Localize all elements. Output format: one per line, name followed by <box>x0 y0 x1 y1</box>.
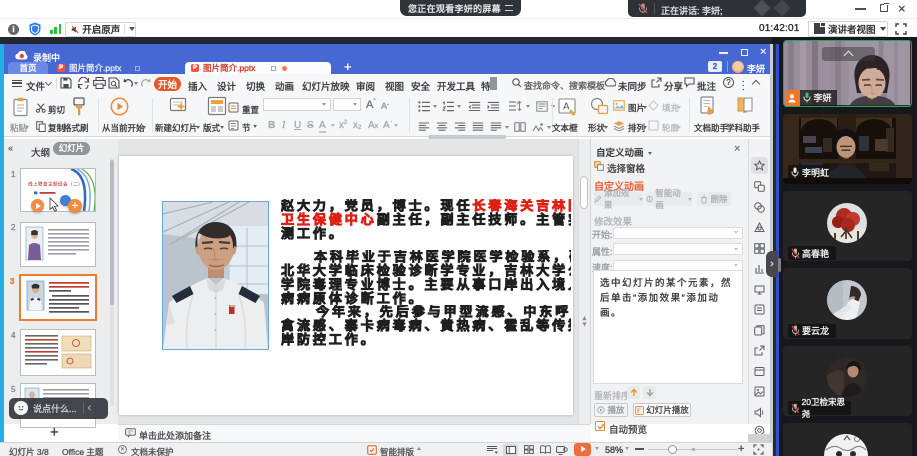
svg-text:A: A <box>563 102 570 113</box>
svg-text:线上联查主题班会（二）: 线上联查主题班会（二） <box>28 181 83 188</box>
svg-text:F: F <box>637 408 641 415</box>
